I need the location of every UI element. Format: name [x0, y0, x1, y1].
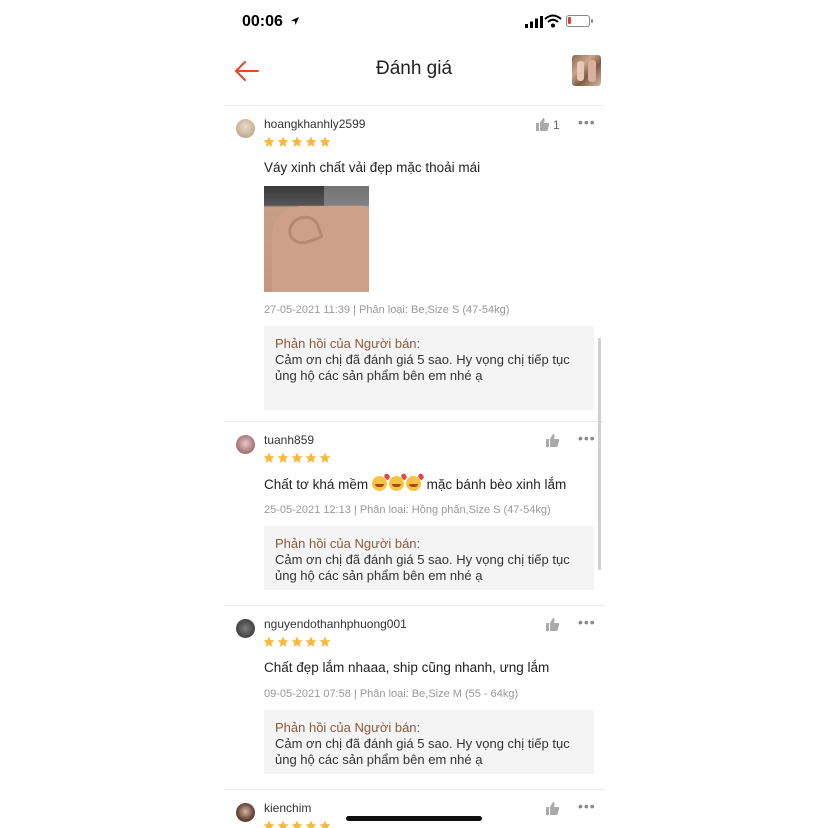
thumbs-up-icon[interactable]: [545, 433, 560, 448]
star-icon: [291, 820, 303, 828]
star-icon: [305, 452, 317, 463]
star-icon: [263, 136, 275, 147]
reviewer-username[interactable]: hoangkhanhly2599: [264, 117, 365, 131]
rating-stars: [263, 820, 331, 828]
seller-reply-line: Cảm ơn chị đã đánh giá 5 sao. Hy vọng ch…: [275, 736, 570, 751]
review-item: tuanh859 ••• Chất tơ khá mềm mặc bánh bè…: [224, 422, 604, 606]
reviewer-username[interactable]: kienchim: [264, 801, 311, 815]
star-icon: [305, 136, 317, 147]
review-meta: 09-05-2021 07:58 | Phân loại: Be,Size M …: [264, 688, 519, 700]
thumbs-up-icon[interactable]: [545, 617, 560, 632]
star-icon: [263, 820, 275, 828]
battery-icon: [566, 15, 593, 27]
seller-reply-title: Phản hồi của Người bán:: [275, 336, 421, 351]
star-icon: [277, 636, 289, 647]
review-text: Chất đẹp lắm nhaaa, ship cũng nhanh, ưng…: [264, 660, 550, 675]
like-count: 1: [553, 118, 560, 132]
seller-reply-line: Cảm ơn chị đã đánh giá 5 sao. Hy vọng ch…: [275, 352, 570, 367]
review-meta: 27-05-2021 11:39 | Phân loại: Be,Size S …: [264, 304, 510, 316]
seller-reply-line: ủng hộ các sản phẩm bên em nhé ạ: [275, 368, 483, 383]
more-options-icon[interactable]: •••: [578, 615, 596, 631]
star-icon: [319, 820, 331, 828]
star-icon: [277, 820, 289, 828]
seller-reply: Phản hồi của Người bán: Cảm ơn chị đã đá…: [264, 326, 594, 410]
star-icon: [291, 452, 303, 463]
thumbs-up-icon[interactable]: [535, 117, 550, 132]
review-text: Chất tơ khá mềm mặc bánh bèo xinh lắm: [264, 476, 566, 492]
review-meta: 25-05-2021 12:13 | Phân loại: Hồng phấn,…: [264, 504, 551, 516]
star-icon: [291, 636, 303, 647]
rating-stars: [263, 636, 331, 650]
battery-level: [568, 17, 571, 24]
star-icon: [263, 452, 275, 463]
seller-reply-line: ủng hộ các sản phẩm bên em nhé ạ: [275, 752, 483, 767]
avatar[interactable]: [236, 119, 255, 138]
star-icon: [319, 136, 331, 147]
cellular-signal-icon: [525, 16, 543, 28]
smiling-face-with-hearts-icon: [371, 476, 387, 491]
seller-reply: Phản hồi của Người bán: Cảm ơn chị đã đá…: [264, 710, 594, 774]
star-icon: [319, 636, 331, 647]
more-options-icon[interactable]: •••: [578, 431, 596, 447]
smiling-face-with-hearts-icon: [388, 476, 404, 491]
star-icon: [277, 452, 289, 463]
seller-reply-title: Phản hồi của Người bán:: [275, 536, 421, 551]
review-text-start: Chất tơ khá mềm: [264, 477, 369, 492]
product-thumbnail[interactable]: [572, 55, 601, 86]
thumbs-up-icon[interactable]: [545, 801, 560, 816]
wifi-icon: [544, 14, 562, 28]
avatar[interactable]: [236, 435, 255, 454]
star-icon: [305, 820, 317, 828]
app-header: Đánh giá: [224, 44, 604, 106]
review-item: kienchim •••: [224, 790, 604, 828]
rating-stars: [263, 136, 331, 150]
review-list: hoangkhanhly2599 1 ••• Váy xinh chất vải…: [224, 106, 604, 828]
avatar[interactable]: [236, 619, 255, 638]
star-icon: [263, 636, 275, 647]
status-bar: 00:06: [224, 0, 604, 44]
more-options-icon[interactable]: •••: [578, 115, 596, 131]
review-text-end: mặc bánh bèo xinh lắm: [426, 477, 567, 492]
seller-reply-line: ủng hộ các sản phẩm bên em nhé ạ: [275, 568, 483, 583]
reviewer-username[interactable]: tuanh859: [264, 433, 314, 447]
more-options-icon[interactable]: •••: [578, 799, 596, 815]
seller-reply: Phản hồi của Người bán: Cảm ơn chị đã đá…: [264, 526, 594, 590]
review-item: hoangkhanhly2599 1 ••• Váy xinh chất vải…: [224, 106, 604, 422]
smiling-face-with-hearts-icon: [405, 476, 421, 491]
rating-stars: [263, 452, 331, 466]
star-icon: [319, 452, 331, 463]
avatar[interactable]: [236, 803, 255, 822]
status-time: 00:06: [242, 13, 283, 30]
review-item: nguyendothanhphuong001 ••• Chất đẹp lắm …: [224, 606, 604, 790]
seller-reply-title: Phản hồi của Người bán:: [275, 720, 421, 735]
photo-garment: [272, 206, 369, 292]
phone-screen: 00:06 Đánh giá hoangkhanhly2599 1 ••• Vá…: [224, 0, 604, 828]
star-icon: [291, 136, 303, 147]
location-arrow-icon: [291, 17, 299, 25]
scrollbar[interactable]: [598, 338, 601, 570]
home-indicator[interactable]: [346, 816, 482, 821]
review-photo[interactable]: [264, 186, 369, 292]
star-icon: [305, 636, 317, 647]
page-title: Đánh giá: [375, 58, 453, 79]
reviewer-username[interactable]: nguyendothanhphuong001: [264, 617, 407, 631]
star-icon: [277, 136, 289, 147]
review-text: Váy xinh chất vải đẹp mặc thoải mái: [264, 160, 481, 175]
seller-reply-line: Cảm ơn chị đã đánh giá 5 sao. Hy vọng ch…: [275, 552, 570, 567]
